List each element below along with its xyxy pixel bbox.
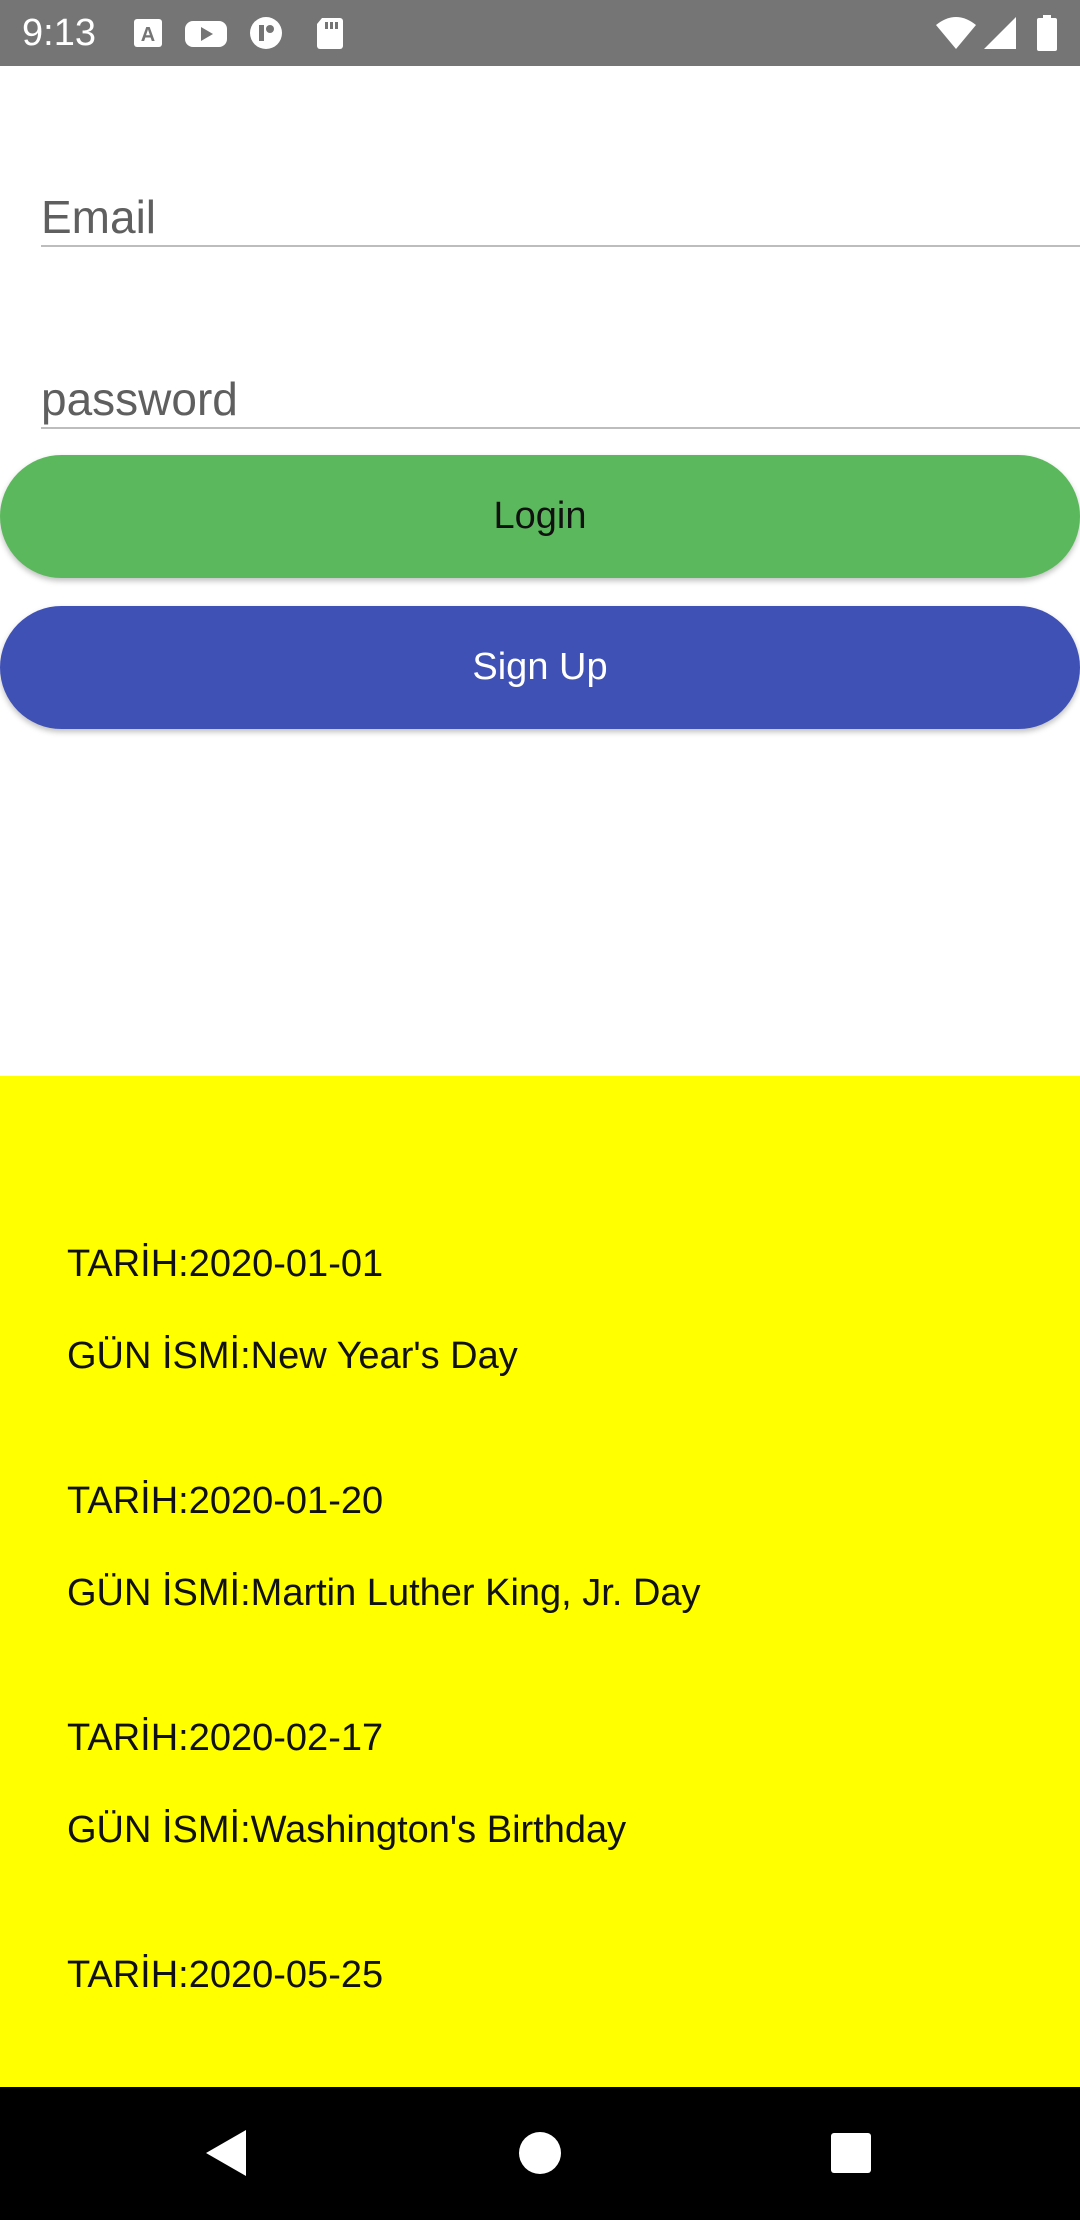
- password-input[interactable]: [41, 371, 1080, 427]
- status-bar: 9:13 A: [0, 0, 1080, 66]
- password-field[interactable]: [41, 367, 1080, 429]
- sd-card-icon: [312, 15, 348, 51]
- holiday-name: GÜN İSMİ:Martin Luther King, Jr. Day: [67, 1572, 701, 1614]
- status-time: 9:13: [22, 12, 96, 54]
- signup-button[interactable]: Sign Up: [0, 606, 1080, 729]
- holiday-name: GÜN İSMİ:Washington's Birthday: [67, 1809, 627, 1851]
- youtube-icon: [184, 15, 228, 51]
- navigation-bar: [0, 2087, 1080, 2220]
- wifi-icon: [935, 15, 977, 51]
- svg-text:A: A: [141, 24, 155, 46]
- battery-icon: [1035, 15, 1059, 51]
- a-icon: A: [130, 15, 166, 51]
- holiday-date: TARİH:2020-02-17: [67, 1717, 384, 1759]
- signal-icon: [983, 15, 1019, 51]
- email-field[interactable]: [41, 185, 1080, 247]
- holiday-date: TARİH:2020-01-01: [67, 1243, 384, 1285]
- holiday-list-panel: TARİH:2020-01-01 GÜN İSMİ:New Year's Day…: [0, 1076, 1080, 2087]
- home-icon[interactable]: [507, 2120, 573, 2186]
- login-button[interactable]: Login: [0, 455, 1080, 578]
- holiday-name: GÜN İSMİ:New Year's Day: [67, 1335, 518, 1377]
- back-icon[interactable]: [194, 2120, 260, 2186]
- holiday-date: TARİH:2020-01-20: [67, 1480, 384, 1522]
- email-input[interactable]: [41, 189, 1080, 245]
- app-icon: [248, 15, 284, 51]
- recents-icon[interactable]: [818, 2120, 884, 2186]
- holiday-date: TARİH:2020-05-25: [67, 1954, 384, 1996]
